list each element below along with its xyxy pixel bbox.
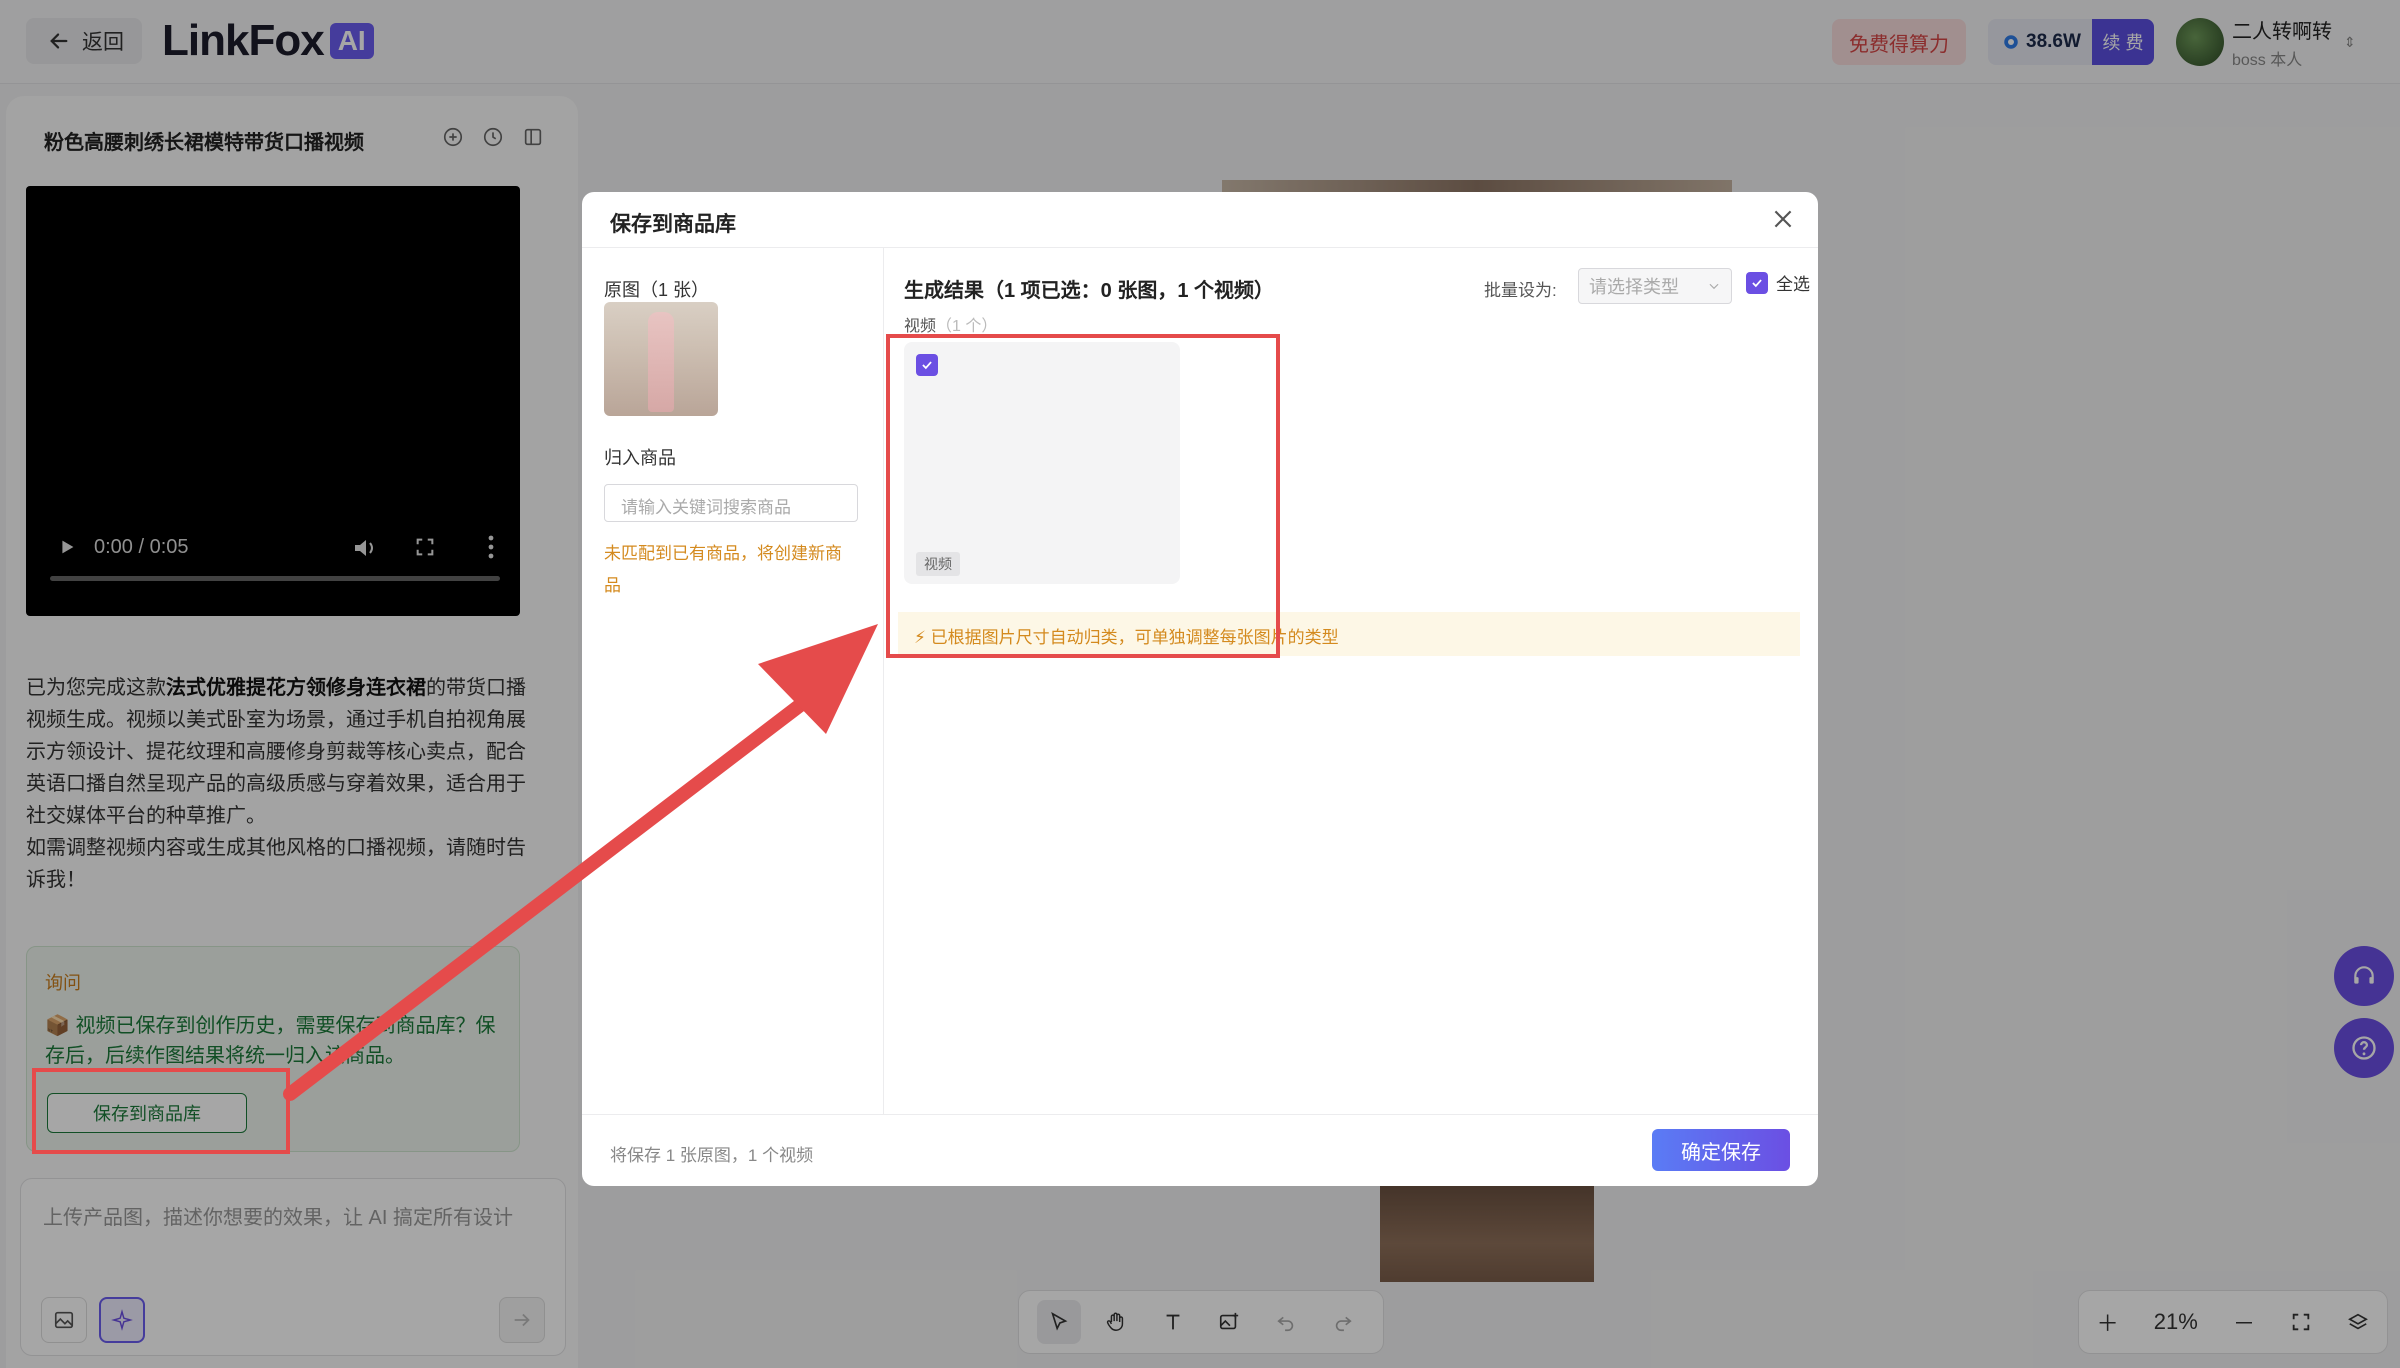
- annotation-arrow-icon: [283, 624, 878, 1101]
